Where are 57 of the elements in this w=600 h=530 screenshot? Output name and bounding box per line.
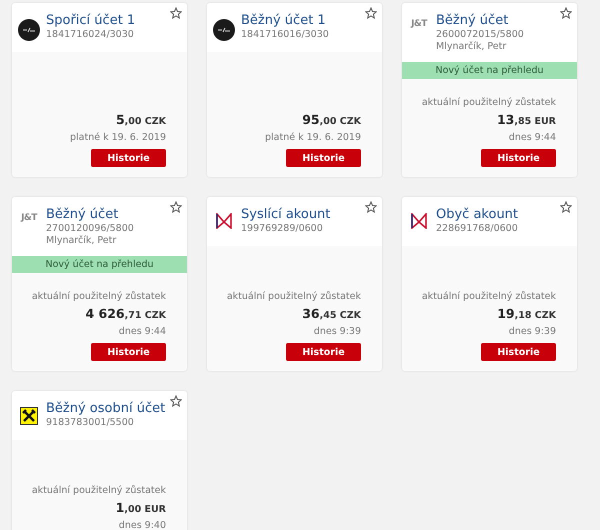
balance-amount: 95,00 CZK — [302, 111, 361, 129]
balance-label: aktuální použitelný zůstatek — [226, 290, 361, 304]
account-owner: Mlynarčík, Petr — [436, 41, 508, 53]
balance-amount: 36,45 CZK — [302, 305, 361, 323]
account-name[interactable]: Obyč akount — [436, 206, 518, 223]
bank-logo: J&T — [411, 19, 427, 29]
account-name[interactable]: Běžný osobní účet — [46, 400, 166, 417]
balance-date: dnes 9:39 — [508, 325, 556, 339]
account-number: 228691768/0600 — [436, 223, 518, 235]
account-name[interactable]: Běžný účet — [46, 206, 134, 223]
new-account-banner: Nový účet na přehledu — [402, 62, 577, 79]
account-number: 199769289/0600 — [241, 223, 324, 235]
balance-label: aktuální použitelný zůstatek — [32, 290, 166, 304]
star-icon[interactable] — [170, 201, 182, 213]
balance-date: dnes 9:39 — [314, 325, 361, 339]
history-button[interactable]: Historie — [91, 149, 166, 167]
history-button[interactable]: Historie — [481, 149, 556, 167]
account-name[interactable]: Spořicí účet 1 — [46, 12, 136, 29]
account-number: 1841716024/3030 — [46, 29, 135, 41]
new-account-banner: Nový účet na přehledu — [12, 256, 187, 273]
balance-amount: 5,00 CZK — [116, 111, 166, 129]
bowtie-logo-icon — [216, 213, 232, 229]
account-name[interactable]: Syslící akount — [241, 206, 330, 223]
balance-date: platné k 19. 6. 2019 — [70, 131, 166, 145]
star-icon[interactable] — [170, 7, 182, 19]
balance-amount: 4 626,71 CZK — [85, 305, 166, 323]
history-button[interactable]: Historie — [286, 149, 361, 167]
balance-date: platné k 19. 6. 2019 — [264, 131, 361, 145]
account-number: 2700120096/5800 — [46, 223, 134, 235]
star-icon[interactable] — [560, 7, 572, 19]
account-number: 2600072015/5800 — [436, 29, 524, 41]
history-button[interactable]: Historie — [481, 343, 556, 361]
account-number: 9183783001/5500 — [46, 417, 135, 429]
account-name[interactable]: Běžný účet — [436, 12, 524, 29]
star-icon[interactable] — [560, 201, 572, 213]
balance-label: aktuální použitelný zůstatek — [422, 96, 556, 110]
bank-logo: J&T — [21, 213, 37, 223]
star-icon[interactable] — [365, 7, 377, 19]
star-icon[interactable] — [365, 201, 377, 213]
history-button[interactable]: Historie — [91, 343, 166, 361]
account-name[interactable]: Běžný účet 1 — [241, 12, 329, 29]
account-number: 1841716016/3030 — [241, 29, 329, 41]
balance-label: aktuální použitelný zůstatek — [422, 290, 556, 304]
balance-date: dnes 9:40 — [118, 519, 166, 530]
balance-amount: 19,18 CZK — [497, 305, 556, 323]
balance-amount: 13,85 EUR — [496, 111, 556, 129]
account-owner: Mlynarčík, Petr — [46, 235, 118, 247]
balance-date: dnes 9:44 — [508, 131, 556, 145]
bank-logo-icon — [213, 19, 235, 41]
bank-logo-icon — [18, 19, 40, 41]
balance-amount: 1,00 EUR — [116, 499, 166, 517]
bank-logo-icon — [20, 407, 38, 425]
star-icon[interactable] — [170, 395, 182, 407]
history-button[interactable]: Historie — [286, 343, 361, 361]
bowtie-logo-icon — [411, 213, 427, 229]
balance-label: aktuální použitelný zůstatek — [32, 484, 166, 498]
balance-date: dnes 9:44 — [118, 325, 166, 339]
